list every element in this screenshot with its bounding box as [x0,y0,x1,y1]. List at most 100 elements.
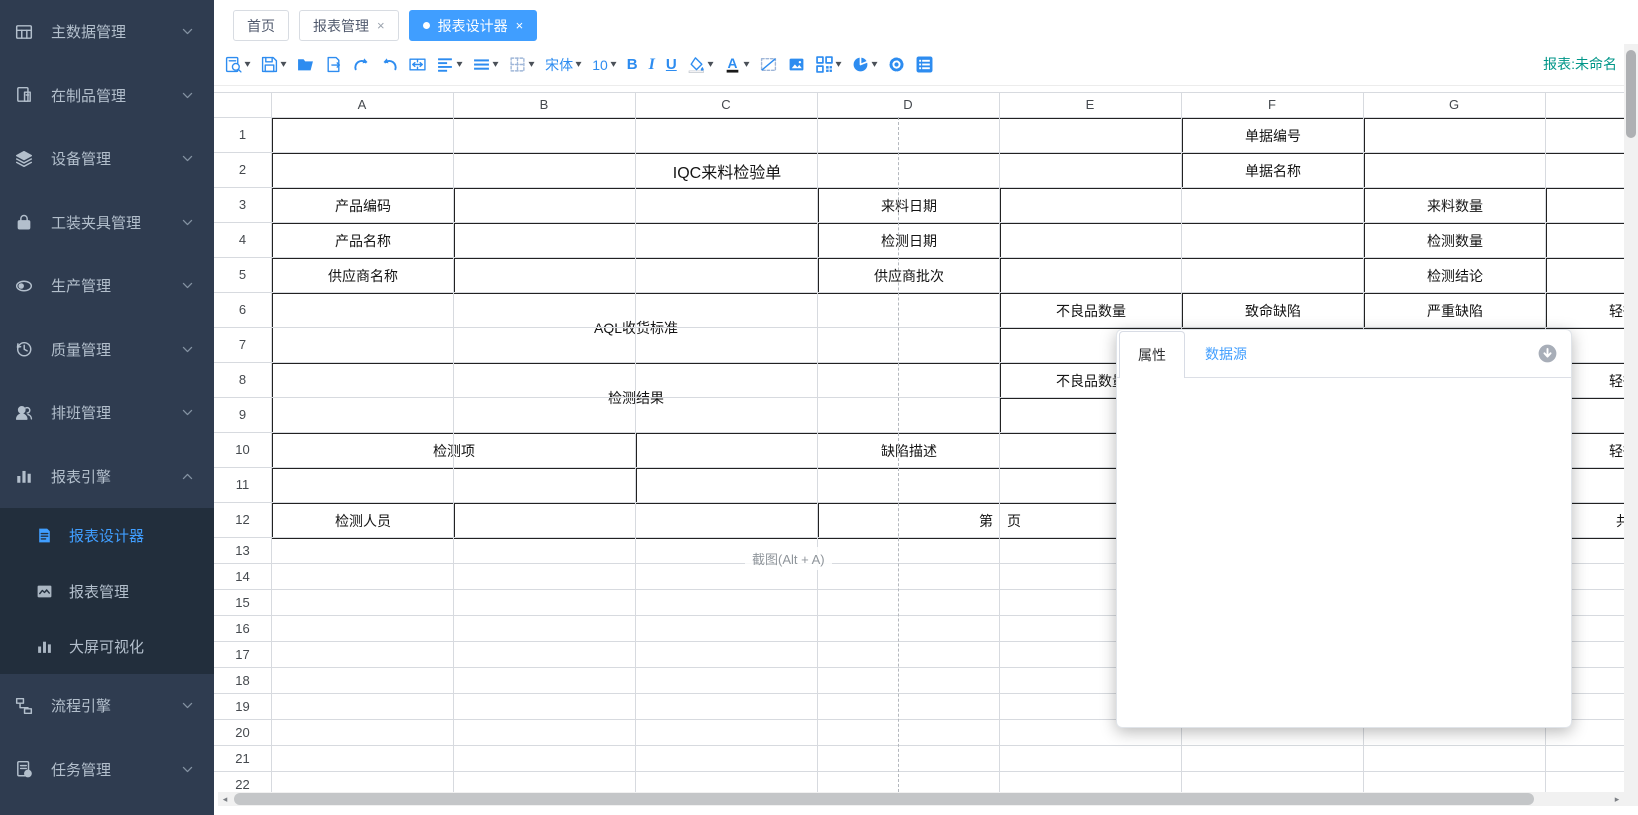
cell-C10[interactable]: 缺陷描述 [637,434,1183,469]
cell-G3[interactable]: 来料数量 [1365,189,1547,224]
circle-down-arrow-icon[interactable] [1538,344,1557,363]
qrcode-button[interactable]: ▾ [814,50,843,80]
column-header-D[interactable]: D [817,92,999,117]
cell-A1[interactable] [273,119,1183,154]
row-header-2[interactable]: 2 [214,152,271,187]
align-button[interactable]: ▾ [435,50,464,80]
row-header-5[interactable]: 5 [214,257,271,292]
close-icon[interactable]: × [516,19,524,32]
sidebar-item-1[interactable]: 在制品管理 [0,64,214,128]
fill-color-button[interactable]: ▾ [686,50,715,80]
cell-C11[interactable] [637,469,1183,504]
row-header-12[interactable]: 12 [214,502,271,537]
cell-A12[interactable]: 检测人员 [273,504,455,539]
cell-D3[interactable]: 来料日期 [819,189,1001,224]
cell-D5[interactable]: 供应商批次 [819,259,1001,294]
cell-A6[interactable]: AQL收货标准 [273,294,1001,364]
close-icon[interactable]: × [377,19,385,32]
sidebar-item-4[interactable]: 生产管理 [0,254,214,318]
cell-A3[interactable]: 产品编码 [273,189,455,224]
row-header-4[interactable]: 4 [214,222,271,257]
cell-E4[interactable] [1001,224,1365,259]
cell-B5[interactable] [455,259,819,294]
clear-image-button[interactable] [758,50,779,80]
sidebar-item-8[interactable]: 流程引擎 [0,674,214,738]
cell-H6[interactable]: 轻微缺陷 [1547,294,1624,329]
column-header-E[interactable]: E [999,92,1181,117]
row-header-17[interactable]: 17 [214,641,271,667]
sidebar-subitem-2[interactable]: 大屏可视化 [0,619,214,674]
column-header-H[interactable]: H [1545,92,1624,117]
row-header-11[interactable]: 11 [214,467,271,502]
row-header-10[interactable]: 10 [214,432,271,467]
tab-2[interactable]: 报表设计器× [409,10,538,41]
vertical-scroll-thumb[interactable] [1626,50,1636,138]
column-header-A[interactable]: A [271,92,453,117]
cell-F1[interactable]: 单据编号 [1183,119,1365,154]
row-header-22[interactable]: 22 [214,771,271,792]
redo-button[interactable] [351,50,372,80]
save-button[interactable]: ▾ [259,50,288,80]
panel-toggle-button[interactable] [914,50,935,80]
row-header-14[interactable]: 14 [214,563,271,589]
row-header-18[interactable]: 18 [214,667,271,693]
row-header-7[interactable]: 7 [214,327,271,362]
cell-G5[interactable]: 检测结论 [1365,259,1547,294]
cell-G6[interactable]: 严重缺陷 [1365,294,1547,329]
sidebar-item-3[interactable]: 工装夹具管理 [0,191,214,255]
column-header-G[interactable]: G [1363,92,1545,117]
row-header-13[interactable]: 13 [214,537,271,563]
row-header-8[interactable]: 8 [214,362,271,397]
merge-cells-button[interactable] [407,50,428,80]
sidebar-item-0[interactable]: 主数据管理 [0,0,214,64]
cell-E3[interactable] [1001,189,1365,224]
undo-button[interactable] [379,50,400,80]
sidebar-item-2[interactable]: 设备管理 [0,127,214,191]
row-header-16[interactable]: 16 [214,615,271,641]
sidebar-item-6[interactable]: 排班管理 [0,381,214,445]
scroll-right-arrow-icon[interactable]: ▸ [1610,792,1624,806]
cell-B12[interactable] [455,504,819,539]
cell-F2[interactable]: 单据名称 [1183,154,1365,189]
open-button[interactable] [295,50,316,80]
row-header-19[interactable]: 19 [214,693,271,719]
line-style-button[interactable]: ▾ [471,50,500,80]
tab-1[interactable]: 报表管理× [299,10,399,41]
tab-0[interactable]: 首页 [233,10,289,41]
font-family-button[interactable]: 宋体▾ [543,50,583,80]
cell-E6[interactable]: 不良品数量 [1001,294,1183,329]
italic-button[interactable]: I [647,50,657,80]
cell-A11[interactable] [273,469,637,504]
column-header-B[interactable]: B [453,92,635,117]
cell-H3[interactable] [1547,189,1624,224]
font-color-button[interactable]: A▾ [722,50,751,80]
horizontal-scroll-thumb[interactable] [234,793,1534,805]
panel-tab-datasource[interactable]: 数据源 [1205,330,1247,378]
vertical-scrollbar[interactable] [1624,44,1638,806]
cell-A8[interactable]: 检测结果 [273,364,1001,434]
row-header-1[interactable]: 1 [214,117,271,152]
export-button[interactable] [323,50,344,80]
row-header-20[interactable]: 20 [214,719,271,745]
underline-button[interactable]: U [664,50,679,80]
chart-button[interactable]: ▾ [850,50,879,80]
sidebar-subitem-0[interactable]: 报表设计器 [0,508,214,563]
cell-H5[interactable] [1547,259,1624,294]
sidebar-item-5[interactable]: 质量管理 [0,318,214,382]
row-header-9[interactable]: 9 [214,397,271,432]
preview-button[interactable]: ▾ [223,50,252,80]
panel-tab-properties[interactable]: 属性 [1119,331,1185,378]
sidebar-item-7[interactable]: 报表引擎 [0,445,214,509]
cell-D4[interactable]: 检测日期 [819,224,1001,259]
cell-A2[interactable]: IQC来料检验单 [273,154,1183,189]
horizontal-scrollbar[interactable]: ◂ ▸ [218,792,1624,806]
row-header-15[interactable]: 15 [214,589,271,615]
bold-button[interactable]: B [625,50,640,80]
column-header-F[interactable]: F [1181,92,1363,117]
row-header-6[interactable]: 6 [214,292,271,327]
settings-button[interactable] [886,50,907,80]
cell-G2[interactable] [1365,154,1624,189]
cell-B3[interactable] [455,189,819,224]
borders-button[interactable]: ▾ [507,50,536,80]
cell-F6[interactable]: 致命缺陷 [1183,294,1365,329]
